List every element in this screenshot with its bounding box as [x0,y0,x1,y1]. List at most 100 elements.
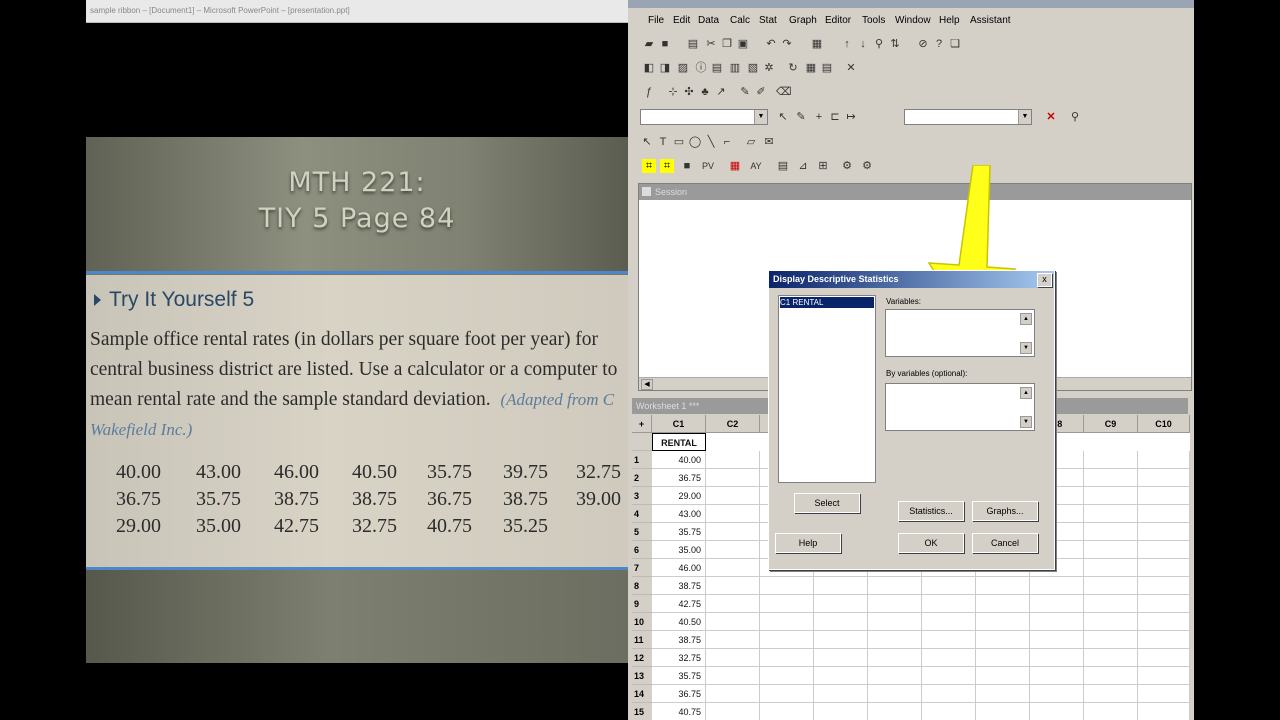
empty-cell[interactable] [976,595,1030,613]
empty-cell[interactable] [706,649,760,667]
font-select[interactable]: ▼ [904,109,1032,125]
graph-item-select[interactable]: ▼ [640,109,768,125]
brush-icon[interactable]: ⊹ [666,85,680,99]
empty-cell[interactable] [814,613,868,631]
empty-cell[interactable] [706,685,760,703]
up-arrow-icon[interactable]: ↑ [840,37,854,51]
polyline-icon[interactable]: ⌐ [720,135,734,149]
scroll-down-icon[interactable]: ▼ [1020,342,1032,354]
empty-cell[interactable] [1084,685,1138,703]
empty-cell[interactable] [760,613,814,631]
menu-file[interactable]: File [648,15,664,26]
scroll-up-icon[interactable]: ▲ [1020,313,1032,325]
scroll-down-icon[interactable]: ▼ [1020,416,1032,428]
row-number[interactable]: 9 [632,595,652,613]
variable-list-item-rental[interactable]: C1 RENTAL [780,297,874,308]
menu-tools[interactable]: Tools [862,15,885,26]
empty-cell[interactable] [706,487,760,505]
zoom-icon[interactable]: ⚲ [1068,110,1082,124]
empty-cell[interactable] [1030,631,1084,649]
stats-icon[interactable]: ⊞ [816,159,830,173]
variable-list[interactable]: C1 RENTAL [778,295,876,483]
empty-cell[interactable] [1138,541,1190,559]
empty-cell[interactable] [1084,541,1138,559]
empty-cell[interactable] [1138,613,1190,631]
empty-cell[interactable] [1138,703,1190,720]
empty-cell[interactable] [814,577,868,595]
row-number[interactable]: 14 [632,685,652,703]
empty-cell[interactable] [706,631,760,649]
empty-cell[interactable] [922,667,976,685]
empty-cell[interactable] [1138,667,1190,685]
empty-cell[interactable] [706,541,760,559]
data-cell[interactable]: 40.75 [652,703,706,720]
tools-icon[interactable]: ⚙ [840,159,854,173]
empty-cell[interactable] [814,595,868,613]
scroll-up-icon[interactable]: ▲ [1020,387,1032,399]
design-icon[interactable]: ✲ [762,61,776,75]
data-cell[interactable]: 35.75 [652,523,706,541]
empty-cell[interactable] [1084,703,1138,720]
block-icon[interactable]: ■ [680,159,694,173]
empty-cell[interactable] [760,703,814,720]
close-graphs-icon[interactable]: ✕ [844,61,858,75]
empty-cell[interactable] [922,649,976,667]
empty-cell[interactable] [868,577,922,595]
data-cell[interactable]: 35.00 [652,541,706,559]
empty-cell[interactable] [1138,523,1190,541]
help-button[interactable]: Help [775,533,841,553]
info-icon[interactable]: ⓘ [694,61,708,75]
data-cell[interactable]: 35.75 [652,667,706,685]
rectangle-icon[interactable]: ▭ [672,135,686,149]
empty-cell[interactable] [1138,559,1190,577]
calendar-icon[interactable]: ▤ [776,159,790,173]
menu-graph[interactable]: Graph [789,15,817,26]
annotate-icon[interactable]: ↦ [844,110,858,124]
manager-icon[interactable]: ↻ [786,61,800,75]
grid-yellow-2-icon[interactable]: ⌗ [660,159,674,173]
empty-cell[interactable] [1138,469,1190,487]
replace-icon[interactable]: ⇅ [888,37,902,51]
polygon-icon[interactable]: ▱ [744,135,758,149]
chevron-down-icon[interactable]: ▼ [1018,110,1031,124]
worksheet-icon[interactable]: ▦ [810,37,824,51]
grid-yellow-icon[interactable]: ⌗ [642,159,656,173]
report-icon[interactable]: ▥ [728,61,742,75]
empty-cell[interactable] [976,685,1030,703]
empty-cell[interactable] [760,685,814,703]
copy-icon[interactable]: ❐ [720,37,734,51]
delete-icon[interactable]: ✕ [1044,110,1058,124]
grid-corner[interactable]: + [632,415,652,433]
empty-cell[interactable] [814,685,868,703]
select-button[interactable]: Select [794,493,860,513]
empty-cell[interactable] [706,577,760,595]
data-cell[interactable]: 29.00 [652,487,706,505]
empty-cell[interactable] [1084,595,1138,613]
row-number[interactable]: 2 [632,469,652,487]
statistics-button[interactable]: Statistics... [898,501,964,521]
empty-cell[interactable] [706,595,760,613]
menu-help[interactable]: Help [939,15,960,26]
print-icon[interactable]: ▤ [686,37,700,51]
name-row-header[interactable] [632,433,652,451]
text-icon[interactable]: ⊏ [828,110,842,124]
row-number[interactable]: 8 [632,577,652,595]
row-number[interactable]: 15 [632,703,652,720]
empty-cell[interactable] [868,703,922,720]
row-number[interactable]: 12 [632,649,652,667]
data-cell[interactable]: 40.00 [652,451,706,469]
column-header[interactable]: C1 [652,415,706,433]
empty-cell[interactable] [814,631,868,649]
empty-cell[interactable] [1084,523,1138,541]
cancel-button[interactable]: Cancel [972,533,1038,553]
menu-stat[interactable]: Stat [759,15,777,26]
empty-cell[interactable] [1084,577,1138,595]
formula-icon[interactable]: ƒ [642,85,656,99]
find-icon[interactable]: ⚲ [872,37,886,51]
empty-cell[interactable] [868,631,922,649]
ay-icon[interactable]: AY [746,159,766,173]
empty-cell[interactable] [760,631,814,649]
menu-window[interactable]: Window [895,15,931,26]
empty-cell[interactable] [922,631,976,649]
empty-cell[interactable] [1084,505,1138,523]
